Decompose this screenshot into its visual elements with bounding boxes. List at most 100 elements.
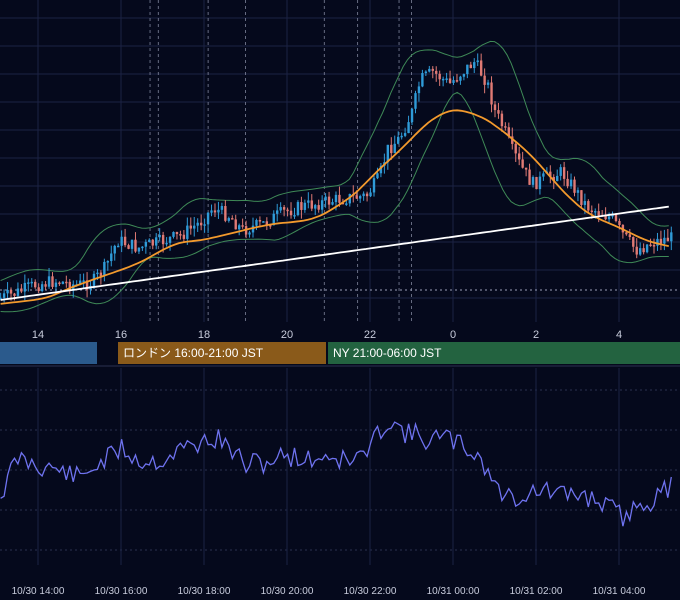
candle-body xyxy=(276,210,279,214)
candle-body xyxy=(618,221,621,225)
candle-body xyxy=(82,280,85,282)
candle-body xyxy=(65,281,68,284)
candle-body xyxy=(110,253,113,262)
candle-body xyxy=(34,281,37,288)
oscillator-x-tick-label: 10/31 00:00 xyxy=(427,586,480,597)
candle-body xyxy=(493,104,497,111)
candle-body xyxy=(334,194,338,203)
oscillator-x-axis: 10/30 14:00 10/30 16:00 10/30 18:00 10/30 2… xyxy=(12,586,646,597)
candle-body xyxy=(30,281,33,284)
candle-body xyxy=(96,272,99,275)
price-x-tick-label: 22 xyxy=(364,329,376,341)
candle-body xyxy=(134,239,137,252)
session-band-tokyo xyxy=(0,342,97,364)
candle-body xyxy=(435,70,438,74)
candle-body xyxy=(607,216,611,220)
candle-body xyxy=(666,237,670,242)
candle-body xyxy=(44,284,47,287)
candle-body xyxy=(396,136,400,144)
candle-body xyxy=(400,135,403,138)
candle-body xyxy=(649,244,652,247)
candle-body xyxy=(645,244,649,253)
candle-body xyxy=(390,144,393,154)
candle-body xyxy=(234,219,237,230)
candle-body xyxy=(47,276,51,287)
candle-body xyxy=(372,178,376,193)
candle-body xyxy=(324,196,327,201)
candle-body xyxy=(500,113,504,127)
candle-body xyxy=(196,222,199,226)
candle-body xyxy=(362,193,365,197)
candle-body xyxy=(652,245,656,247)
candle-body xyxy=(120,236,123,246)
candle-body xyxy=(13,293,16,296)
candle-body xyxy=(161,234,165,245)
candle-body xyxy=(573,179,576,193)
candle-body xyxy=(576,190,580,193)
candle-body xyxy=(369,192,372,197)
candle-body xyxy=(217,209,220,213)
candle-body xyxy=(144,242,148,247)
candle-body xyxy=(659,238,663,244)
candle-body xyxy=(127,245,130,249)
candle-body xyxy=(414,93,417,109)
candle-body xyxy=(431,68,434,71)
candle-body xyxy=(569,179,573,187)
candle-body xyxy=(566,178,569,187)
candlesticks xyxy=(0,53,673,303)
candle-body xyxy=(524,167,528,170)
candle-body xyxy=(338,194,341,203)
candle-body xyxy=(483,75,486,85)
candle-body xyxy=(296,202,300,216)
oscillator-x-tick-label: 10/30 20:00 xyxy=(261,586,314,597)
candle-body xyxy=(210,210,213,213)
candle-body xyxy=(455,80,459,82)
candle-body xyxy=(476,60,479,63)
price-x-tick-label: 14 xyxy=(32,329,44,341)
candle-body xyxy=(542,173,545,177)
candle-body xyxy=(54,282,58,287)
candle-body xyxy=(182,234,186,239)
candle-body xyxy=(106,261,110,263)
candle-body xyxy=(538,176,542,190)
candle-body xyxy=(155,237,158,246)
candle-body xyxy=(438,73,441,80)
candle-body xyxy=(428,68,431,72)
price-x-tick-label: 18 xyxy=(198,329,210,341)
candle-body xyxy=(556,175,559,182)
candle-body xyxy=(9,289,13,294)
candle-body xyxy=(199,222,203,226)
candle-body xyxy=(517,153,521,160)
candle-body xyxy=(663,237,666,244)
candle-body xyxy=(638,248,642,255)
candle-body xyxy=(327,196,331,205)
candle-body xyxy=(559,167,562,176)
candle-body xyxy=(635,246,638,255)
candle-body xyxy=(158,234,161,238)
candle-body xyxy=(562,167,566,179)
oscillator-x-tick-label: 10/30 22:00 xyxy=(344,586,397,597)
candle-body xyxy=(459,76,462,81)
candle-body xyxy=(186,225,189,239)
candle-body xyxy=(279,207,282,211)
candle-body xyxy=(51,276,54,287)
candle-body xyxy=(504,126,507,128)
candle-body xyxy=(632,237,635,247)
candle-body xyxy=(317,205,320,210)
candle-body xyxy=(376,173,379,179)
candle-body xyxy=(358,196,362,199)
candle-body xyxy=(40,284,44,292)
session-band-ny: NY 21:00-06:00 JST xyxy=(328,342,680,364)
candle-body xyxy=(656,238,659,246)
candle-body xyxy=(462,74,466,77)
candle-body xyxy=(445,78,448,80)
candle-body xyxy=(310,200,313,209)
candle-body xyxy=(642,248,645,253)
candle-body xyxy=(345,203,348,205)
candle-body xyxy=(179,234,182,236)
candle-body xyxy=(231,218,234,220)
candle-body xyxy=(486,82,490,85)
oscillator-x-tick-label: 10/31 02:00 xyxy=(510,586,563,597)
moving-average-long xyxy=(0,205,669,301)
candle-body xyxy=(255,220,258,226)
